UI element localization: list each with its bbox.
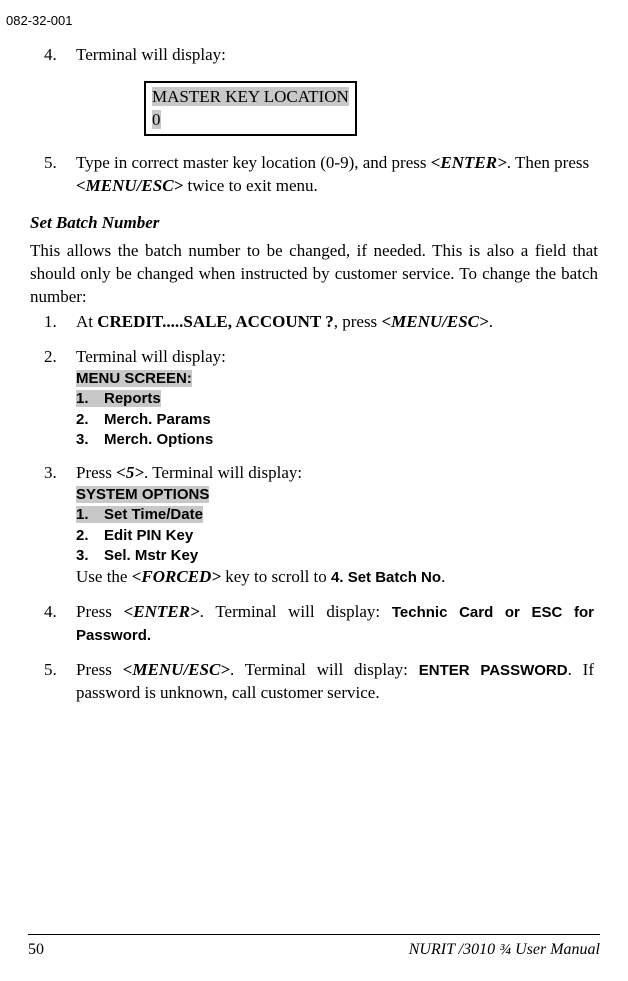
menu-num: 3. xyxy=(76,430,104,450)
text: Press xyxy=(76,463,116,482)
bold-text: CREDIT.....SALE, ACCOUNT ? xyxy=(97,312,333,331)
text: . Then press xyxy=(507,153,589,172)
text: Type in correct master key location (0-9… xyxy=(76,153,431,172)
bold-text: ENTER PASSWORD xyxy=(419,662,568,679)
key-menu-esc: <MENU/ESC> xyxy=(381,312,488,331)
step-text: Terminal will display: MENU SCREEN: 1.Re… xyxy=(76,346,594,450)
text: twice to exit menu. xyxy=(183,176,318,195)
key-5: <5> xyxy=(116,463,144,482)
menu-label: Set Time/Date xyxy=(104,506,203,523)
menu-label: Edit PIN Key xyxy=(104,527,193,544)
step-number: 1. xyxy=(44,311,76,334)
document-id: 082-32-001 xyxy=(6,12,598,30)
substep-3: 3. Press <5>. Terminal will display: SYS… xyxy=(44,462,594,589)
key-menu-esc: <MENU/ESC> xyxy=(123,660,230,679)
text: Use the xyxy=(76,567,132,586)
menu-label: Merch. Options xyxy=(104,431,213,448)
section-paragraph: This allows the batch number to be chang… xyxy=(30,240,598,309)
substep-2: 2. Terminal will display: MENU SCREEN: 1… xyxy=(44,346,594,450)
text: At xyxy=(76,312,97,331)
substep-1: 1. At CREDIT.....SALE, ACCOUNT ?, press … xyxy=(44,311,594,334)
step-5: 5. Type in correct master key location (… xyxy=(44,152,594,198)
substep-5: 5. Press <MENU/ESC>. Terminal will displ… xyxy=(44,659,594,705)
step-number: 4. xyxy=(44,601,76,647)
step-4: 4. Terminal will display: xyxy=(44,44,594,67)
section-heading: Set Batch Number xyxy=(30,212,598,235)
menu-label: Reports xyxy=(104,390,161,407)
step-number: 2. xyxy=(44,346,76,450)
menu-num: 2. xyxy=(76,526,104,546)
menu-num: 1. xyxy=(76,389,104,409)
menu-num: 2. xyxy=(76,410,104,430)
step-text: Type in correct master key location (0-9… xyxy=(76,152,594,198)
terminal-display-box: MASTER KEY LOCATION 0 xyxy=(144,81,357,135)
text: Terminal will display: xyxy=(76,347,226,366)
substep-4: 4. Press <ENTER>. Terminal will display:… xyxy=(44,601,594,647)
step-text: Terminal will display: xyxy=(76,44,594,67)
page-number: 50 xyxy=(28,939,44,961)
bold-text: 4. Set Batch No xyxy=(331,569,441,586)
manual-title: NURIT /3010 ¾ User Manual xyxy=(409,939,600,961)
step-number: 3. xyxy=(44,462,76,589)
text: Press xyxy=(76,660,123,679)
terminal-line-2: 0 xyxy=(152,110,161,129)
text: . Terminal will display: xyxy=(230,660,419,679)
menu-title: MENU SCREEN: xyxy=(76,370,192,387)
menu-num: 3. xyxy=(76,546,104,566)
key-enter: <ENTER> xyxy=(124,602,200,621)
step-text: At CREDIT.....SALE, ACCOUNT ?, press <ME… xyxy=(76,311,594,334)
text: . xyxy=(489,312,493,331)
text: . xyxy=(441,567,445,586)
step-text: Press <ENTER>. Terminal will display: Te… xyxy=(76,601,594,647)
text: . Terminal will display: xyxy=(144,463,302,482)
step-number: 5. xyxy=(44,152,76,198)
key-forced: <FORCED> xyxy=(132,567,221,586)
menu-num: 1. xyxy=(76,505,104,525)
step-number: 5. xyxy=(44,659,76,705)
key-enter: <ENTER> xyxy=(431,153,507,172)
page-footer: 50 NURIT /3010 ¾ User Manual xyxy=(28,934,600,961)
text: Press xyxy=(76,602,124,621)
text: . Terminal will display: xyxy=(200,602,392,621)
step-text: Press <5>. Terminal will display: SYSTEM… xyxy=(76,462,594,589)
text: key to scroll to xyxy=(221,567,331,586)
menu-title: SYSTEM OPTIONS xyxy=(76,486,209,503)
step-number: 4. xyxy=(44,44,76,67)
menu-label: Merch. Params xyxy=(104,411,211,428)
terminal-line-1: MASTER KEY LOCATION xyxy=(152,87,349,106)
menu-label: Sel. Mstr Key xyxy=(104,547,198,564)
key-menu-esc: <MENU/ESC> xyxy=(76,176,183,195)
step-text: Press <MENU/ESC>. Terminal will display:… xyxy=(76,659,594,705)
text: , press xyxy=(334,312,382,331)
